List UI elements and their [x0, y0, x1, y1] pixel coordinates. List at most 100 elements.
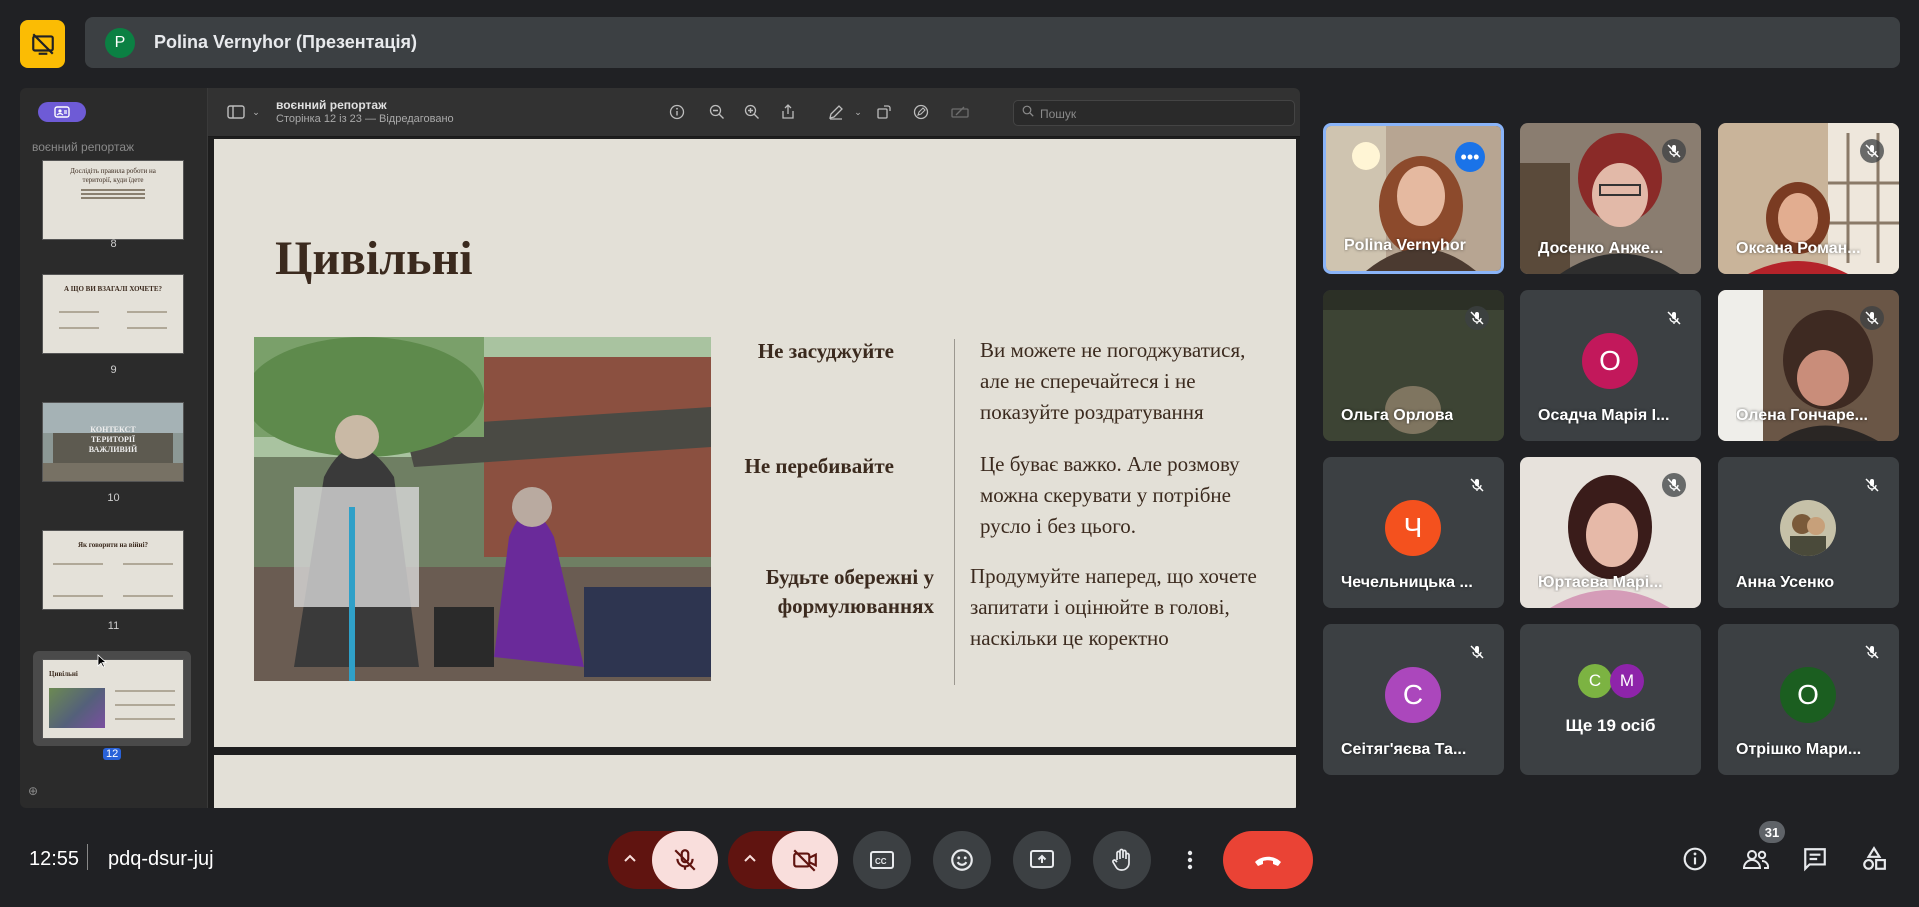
muted-mic-icon: [1465, 306, 1489, 330]
search-input[interactable]: [1038, 104, 1292, 124]
muted-mic-icon: [1662, 473, 1686, 497]
slide-photo: [254, 337, 711, 681]
rule-label-3: Будьте обережні у формулюваннях: [765, 565, 934, 618]
participant-tile[interactable]: О Осадча Марія І...: [1520, 290, 1701, 441]
turn-on-camera-button[interactable]: [772, 831, 838, 889]
participant-name: Юртаєва Марі...: [1538, 574, 1663, 591]
participant-tile[interactable]: Олена Гончаре...: [1718, 290, 1899, 441]
participant-name: Оксана Роман...: [1736, 240, 1861, 257]
sidebar-view-toggle[interactable]: [38, 102, 86, 122]
presentation-banner: P Polina Vernyhor (Презентація): [85, 17, 1900, 68]
camera-off-icon: [793, 849, 817, 872]
leave-call-button[interactable]: [1223, 831, 1313, 889]
meeting-details-button[interactable]: [1679, 843, 1711, 875]
raise-hand-button[interactable]: [1093, 831, 1151, 889]
participant-name: Сеітяг'яєва Та...: [1341, 741, 1467, 758]
viewer-toolbar: ⌄ воєнний репортаж Сторінка 12 із 23 — В…: [208, 88, 1300, 137]
participant-tile[interactable]: ••• Polina Vernyhor: [1323, 123, 1504, 274]
presenter-title: Polina Vernyhor (Презентація): [154, 32, 417, 52]
next-slide-preview: [214, 755, 1296, 808]
presentation-off-icon: [31, 33, 54, 55]
add-page-icon[interactable]: ⊕: [28, 784, 38, 798]
participant-avatar: М: [1610, 664, 1644, 698]
participant-tile[interactable]: Ольга Орлова: [1323, 290, 1504, 441]
participant-tile[interactable]: Юртаєва Марі...: [1520, 457, 1701, 608]
participant-name: Анна Усенко: [1736, 574, 1835, 591]
meeting-code: pdq-dsur-juj: [108, 848, 214, 870]
rule-label-2: Не перебивайте: [744, 454, 894, 478]
thumbnail-heading: А ЩО ВИ ВЗАГАЛІ ХОЧЕТЕ?: [63, 285, 163, 293]
thumbnail-heading: КОНТЕКСТ ТЕРИТОРІЇ ВАЖЛИВИЙ: [88, 425, 138, 454]
thumbnail-number: 10: [107, 492, 120, 504]
form-fill-icon[interactable]: [950, 102, 970, 122]
rotate-icon[interactable]: [874, 102, 894, 122]
participant-name: Олена Гончаре...: [1736, 407, 1868, 424]
divider: [87, 844, 88, 870]
presenter-avatar: P: [105, 27, 135, 58]
audio-options-caret-icon[interactable]: [622, 850, 638, 866]
zoom-out-icon[interactable]: [707, 102, 727, 122]
captions-icon: CC: [870, 851, 894, 869]
chevron-down-icon[interactable]: ⌄: [848, 102, 868, 122]
participant-tile[interactable]: Анна Усенко: [1718, 457, 1899, 608]
muted-mic-icon: [1860, 139, 1884, 163]
muted-mic-icon: [1860, 473, 1884, 497]
meeting-time: 12:55: [29, 848, 80, 870]
participant-avatar: С: [1578, 664, 1612, 698]
chat-icon: [1804, 848, 1826, 872]
more-options-icon[interactable]: •••: [1455, 142, 1485, 172]
thumbnail-number: 11: [107, 620, 120, 632]
search-box[interactable]: [1013, 100, 1295, 126]
participant-tile[interactable]: Ч Чечельницька ...: [1323, 457, 1504, 608]
markup-circle-icon[interactable]: [911, 102, 931, 122]
microphone-control: [608, 831, 718, 889]
captions-button[interactable]: CC: [853, 831, 911, 889]
participant-avatar: О: [1780, 667, 1836, 723]
slide-thumbnail-11[interactable]: Як говорити на війні?: [42, 530, 184, 610]
contact-card-icon: [54, 106, 70, 118]
more-participants-tile[interactable]: С М Ще 19 осіб: [1520, 624, 1701, 775]
people-count-badge: 31: [1759, 821, 1785, 843]
participant-avatar: С: [1385, 667, 1441, 723]
thumbnail-sidebar: воєнний репортаж Дослідіть правила робот…: [20, 88, 208, 808]
camera-control: [728, 831, 838, 889]
rule-text-2: Це буває важко. Але розмову можна скерув…: [980, 452, 1240, 538]
share-icon[interactable]: [778, 102, 798, 122]
markup-pen-icon[interactable]: [826, 102, 846, 122]
more-options-button[interactable]: [1173, 831, 1207, 889]
people-button[interactable]: [1740, 843, 1772, 875]
participant-tile[interactable]: С Сеітяг'яєва Та...: [1323, 624, 1504, 775]
slide-thumbnail-10[interactable]: КОНТЕКСТ ТЕРИТОРІЇ ВАЖЛИВИЙ: [42, 402, 184, 482]
hang-up-icon: [1255, 856, 1281, 866]
participant-name: Polina Vernyhor: [1344, 237, 1466, 254]
chat-button[interactable]: [1799, 843, 1831, 875]
slide-thumbnail-12[interactable]: Цивільні: [42, 659, 184, 739]
sidebar-toggle-icon[interactable]: [226, 102, 246, 122]
activities-button[interactable]: [1858, 843, 1890, 875]
people-icon: [1742, 850, 1770, 869]
participant-name: Чечельницька ...: [1341, 574, 1473, 591]
participant-tile[interactable]: Оксана Роман...: [1718, 123, 1899, 274]
thumbnail-heading: Як говорити на війні?: [77, 541, 149, 549]
present-now-button[interactable]: [1013, 831, 1071, 889]
zoom-in-icon[interactable]: [742, 102, 762, 122]
sidebar-title: воєнний репортаж: [32, 140, 135, 154]
participant-tile[interactable]: О Отрішко Мари...: [1718, 624, 1899, 775]
participant-name: Ольга Орлова: [1341, 407, 1454, 424]
chevron-down-icon[interactable]: ⌄: [246, 102, 266, 122]
thumbnail-heading: Цивільні: [49, 670, 78, 678]
emoji-icon: [951, 849, 973, 871]
slide-thumbnail-8[interactable]: Дослідіть правила роботи на території, к…: [42, 160, 184, 240]
slide-divider: [954, 339, 955, 685]
reactions-button[interactable]: [933, 831, 991, 889]
participant-tile[interactable]: Досенко Анже...: [1520, 123, 1701, 274]
unmute-button[interactable]: [652, 831, 718, 889]
document-status: Сторінка 12 із 23 — Відредаговано: [276, 113, 454, 125]
video-options-caret-icon[interactable]: [742, 850, 758, 866]
stop-presenting-button[interactable]: [20, 20, 65, 68]
slide-thumbnail-9[interactable]: А ЩО ВИ ВЗАГАЛІ ХОЧЕТЕ?: [42, 274, 184, 354]
current-slide: Цивільні Не засуджуйте Ви можете не пого…: [214, 139, 1296, 747]
info-icon[interactable]: [667, 102, 687, 122]
participant-name: Отрішко Мари...: [1736, 741, 1862, 758]
svg-text:CC: CC: [875, 857, 887, 866]
